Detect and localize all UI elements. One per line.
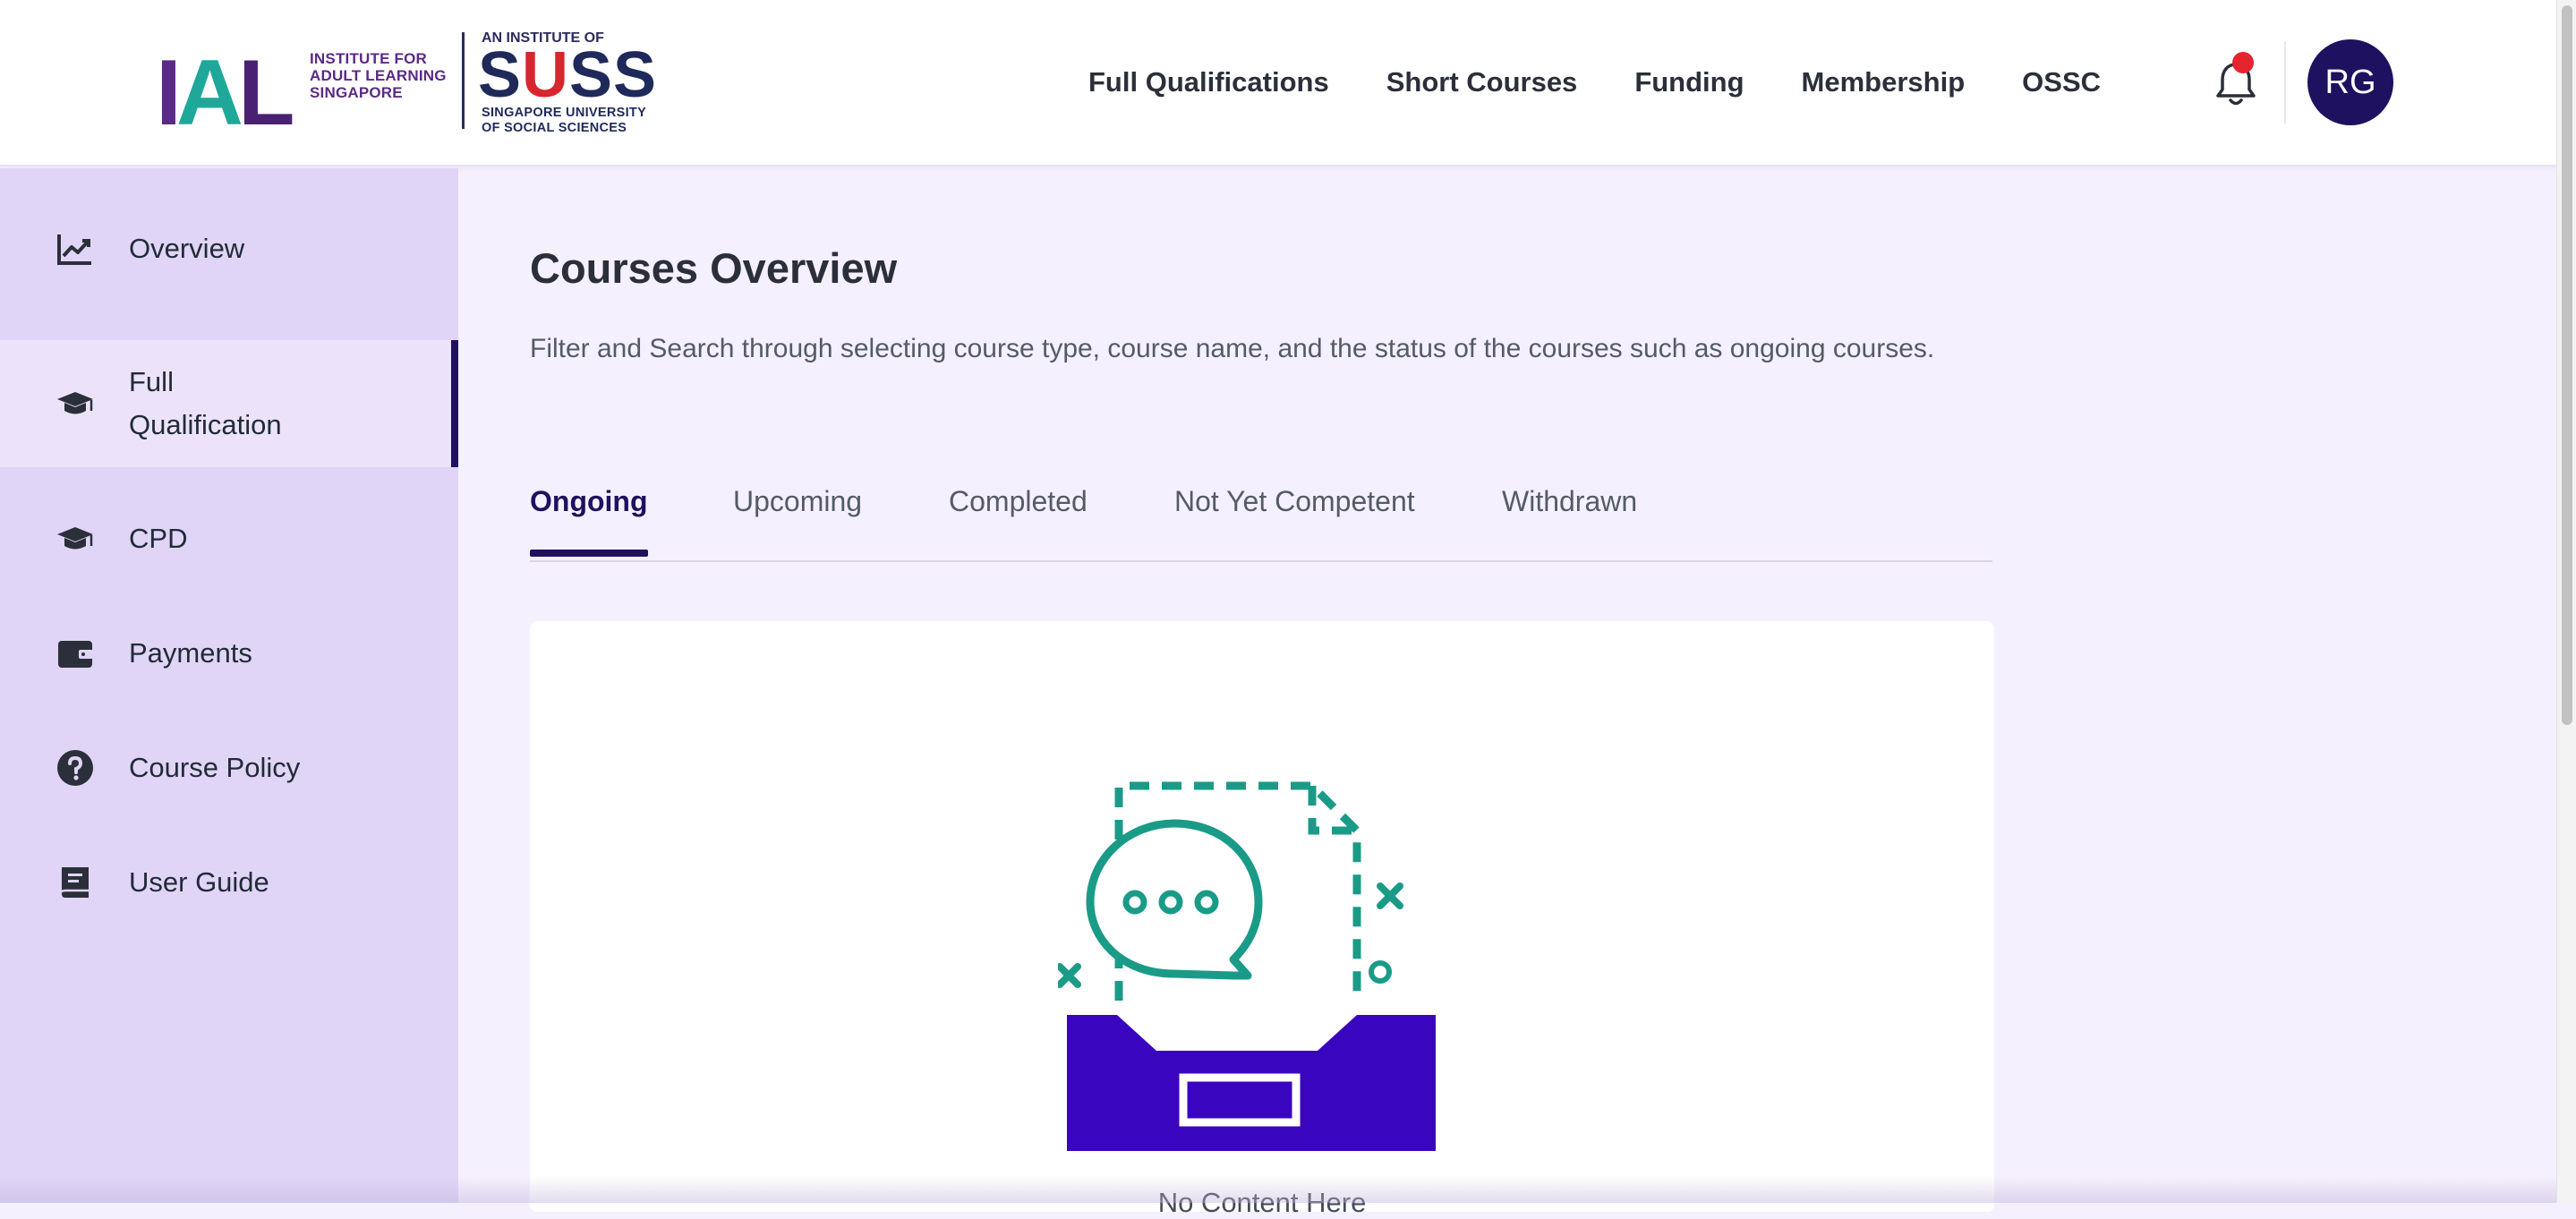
- page-scrollbar[interactable]: [2556, 0, 2576, 1203]
- sidebar-item-label: User Guide: [129, 861, 269, 904]
- tab-not-yet-competent[interactable]: Not Yet Competent: [1174, 480, 1415, 553]
- chart-line-icon: [55, 229, 95, 269]
- tab-withdrawn[interactable]: Withdrawn: [1502, 480, 1637, 553]
- page-title: Courses Overview: [530, 243, 897, 293]
- suss-subtitle: SINGAPORE UNIVERSITY OF SOCIAL SCIENCES: [482, 106, 646, 136]
- nav-full-qualifications[interactable]: Full Qualifications: [1088, 64, 1329, 100]
- sidebar-item-label: Full Qualification: [129, 361, 326, 447]
- status-tabs: Ongoing Upcoming Completed Not Yet Compe…: [530, 480, 1992, 562]
- book-icon: [55, 863, 95, 902]
- scrollbar-thumb[interactable]: [2562, 5, 2572, 725]
- bottom-fade: [0, 1176, 2556, 1203]
- graduation-cap-icon: [55, 384, 95, 423]
- sidebar: Overview Full Qualification CPD Payments: [0, 168, 458, 1203]
- user-avatar[interactable]: RG: [2307, 39, 2393, 125]
- notification-badge: [2232, 52, 2254, 73]
- ial-logo[interactable]: IAL: [156, 48, 290, 138]
- sidebar-item-cpd[interactable]: CPD: [0, 496, 458, 582]
- suss-logo[interactable]: SUSS: [478, 43, 657, 107]
- sidebar-item-label: Overview: [129, 227, 244, 270]
- empty-inbox-icon: [1058, 768, 1470, 1180]
- question-circle-icon: [55, 748, 95, 788]
- sidebar-item-label: Course Policy: [129, 746, 300, 789]
- sidebar-item-payments[interactable]: Payments: [0, 610, 458, 696]
- wallet-icon: [55, 634, 95, 673]
- graduation-cap-icon: [55, 519, 95, 558]
- courses-list-card: No Content Here: [530, 621, 1994, 1212]
- nav-membership[interactable]: Membership: [1802, 64, 1966, 100]
- logo-divider: [462, 32, 465, 129]
- tab-completed[interactable]: Completed: [949, 480, 1088, 553]
- sidebar-item-user-guide[interactable]: User Guide: [0, 840, 458, 925]
- sidebar-item-full-qualification[interactable]: Full Qualification: [0, 340, 458, 467]
- sidebar-item-overview[interactable]: Overview: [0, 206, 458, 292]
- nav-funding[interactable]: Funding: [1634, 64, 1744, 100]
- top-header: IAL INSTITUTE FOR ADULT LEARNING SINGAPO…: [0, 0, 2556, 166]
- nav-short-courses[interactable]: Short Courses: [1386, 64, 1578, 100]
- tab-ongoing[interactable]: Ongoing: [530, 480, 648, 553]
- sidebar-item-label: CPD: [129, 517, 187, 560]
- main-nav: Full Qualifications Short Courses Fundin…: [1088, 64, 2158, 100]
- nav-ossc[interactable]: OSSC: [2022, 64, 2101, 100]
- page-description: Filter and Search through selecting cour…: [530, 328, 1998, 371]
- sidebar-item-course-policy[interactable]: Course Policy: [0, 725, 458, 811]
- ial-tagline: INSTITUTE FOR ADULT LEARNING SINGAPORE: [310, 50, 453, 101]
- header-divider: [2284, 41, 2286, 124]
- tab-upcoming[interactable]: Upcoming: [733, 480, 862, 553]
- sidebar-item-label: Payments: [129, 632, 252, 675]
